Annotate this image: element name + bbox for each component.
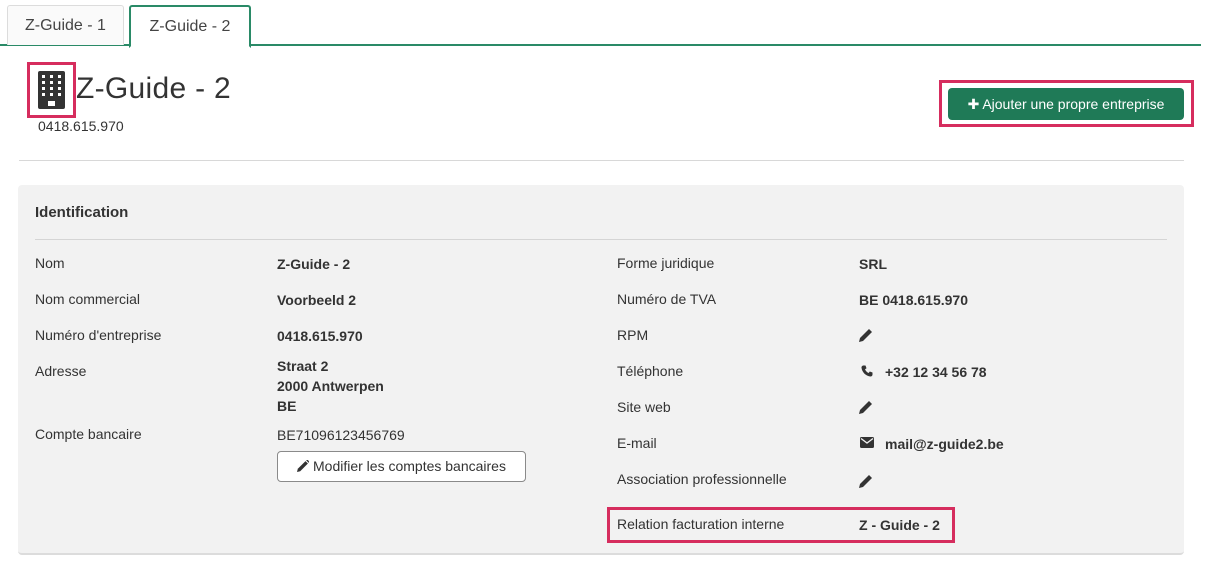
bank-account-label: Compte bancaire — [35, 426, 142, 442]
tab-z-guide-2[interactable]: Z-Guide - 2 — [129, 5, 251, 48]
commercial-name-value: Voorbeeld 2 — [277, 292, 357, 308]
address-line-city: 2000 Antwerpen — [277, 378, 384, 394]
website-edit-pencil-icon[interactable] — [859, 400, 873, 414]
building-icon — [38, 71, 65, 109]
email-label: E-mail — [617, 435, 657, 451]
company-number-value: 0418.615.970 — [277, 328, 363, 344]
panel-divider — [35, 239, 1167, 240]
add-own-company-button[interactable]: ✚ Ajouter une propre entreprise — [948, 88, 1184, 120]
commercial-name-label: Nom commercial — [35, 291, 141, 307]
rpm-edit-pencil-icon[interactable] — [859, 328, 873, 342]
nom-value: Z-Guide - 2 — [277, 256, 351, 272]
rpm-label: RPM — [617, 327, 649, 343]
telephone-label: Téléphone — [617, 363, 684, 379]
company-number: 0418.615.970 — [38, 118, 124, 134]
phone-icon — [861, 365, 873, 377]
tab-z-guide-1[interactable]: Z-Guide - 1 — [7, 5, 124, 45]
modify-bank-accounts-button[interactable]: Modifier les comptes bancaires — [277, 451, 526, 482]
address-line-street: Straat 2 — [277, 358, 329, 374]
website-label: Site web — [617, 399, 671, 415]
add-own-company-label: Ajouter une propre entreprise — [982, 96, 1165, 112]
legal-form-label: Forme juridique — [617, 255, 715, 271]
tab-bar: Z-Guide - 1 Z-Guide - 2 — [0, 0, 1201, 48]
header-divider — [19, 160, 1184, 161]
envelope-icon — [860, 437, 874, 448]
plus-icon: ✚ — [967, 96, 980, 112]
address-value: Straat 2 2000 Antwerpen BE — [277, 356, 384, 416]
building-icon-highlight — [27, 62, 76, 118]
pencil-icon — [297, 459, 310, 472]
bank-account-value: BE71096123456769 — [277, 427, 405, 443]
legal-form-value: SRL — [859, 256, 887, 272]
vat-number-value: BE 0418.615.970 — [859, 292, 968, 308]
association-edit-pencil-icon[interactable] — [859, 474, 873, 488]
address-label: Adresse — [35, 363, 87, 379]
page-title: Z-Guide - 2 — [76, 72, 232, 105]
email-value[interactable]: mail@z-guide2.be — [885, 436, 1004, 452]
internal-billing-relation-value: Z - Guide - 2 — [859, 517, 940, 533]
nom-label: Nom — [35, 255, 65, 271]
internal-billing-relation-label: Relation facturation interne — [617, 516, 785, 532]
company-number-label: Numéro d'entreprise — [35, 327, 162, 343]
identification-panel: Identification Nom Z-Guide - 2 Nom comme… — [18, 185, 1184, 555]
vat-number-label: Numéro de TVA — [617, 291, 717, 307]
telephone-value[interactable]: +32 12 34 56 78 — [885, 364, 987, 380]
address-line-country: BE — [277, 398, 297, 414]
modify-bank-accounts-label: Modifier les comptes bancaires — [313, 458, 506, 474]
panel-title: Identification — [35, 204, 129, 221]
professional-association-label: Association professionnelle — [617, 471, 787, 487]
